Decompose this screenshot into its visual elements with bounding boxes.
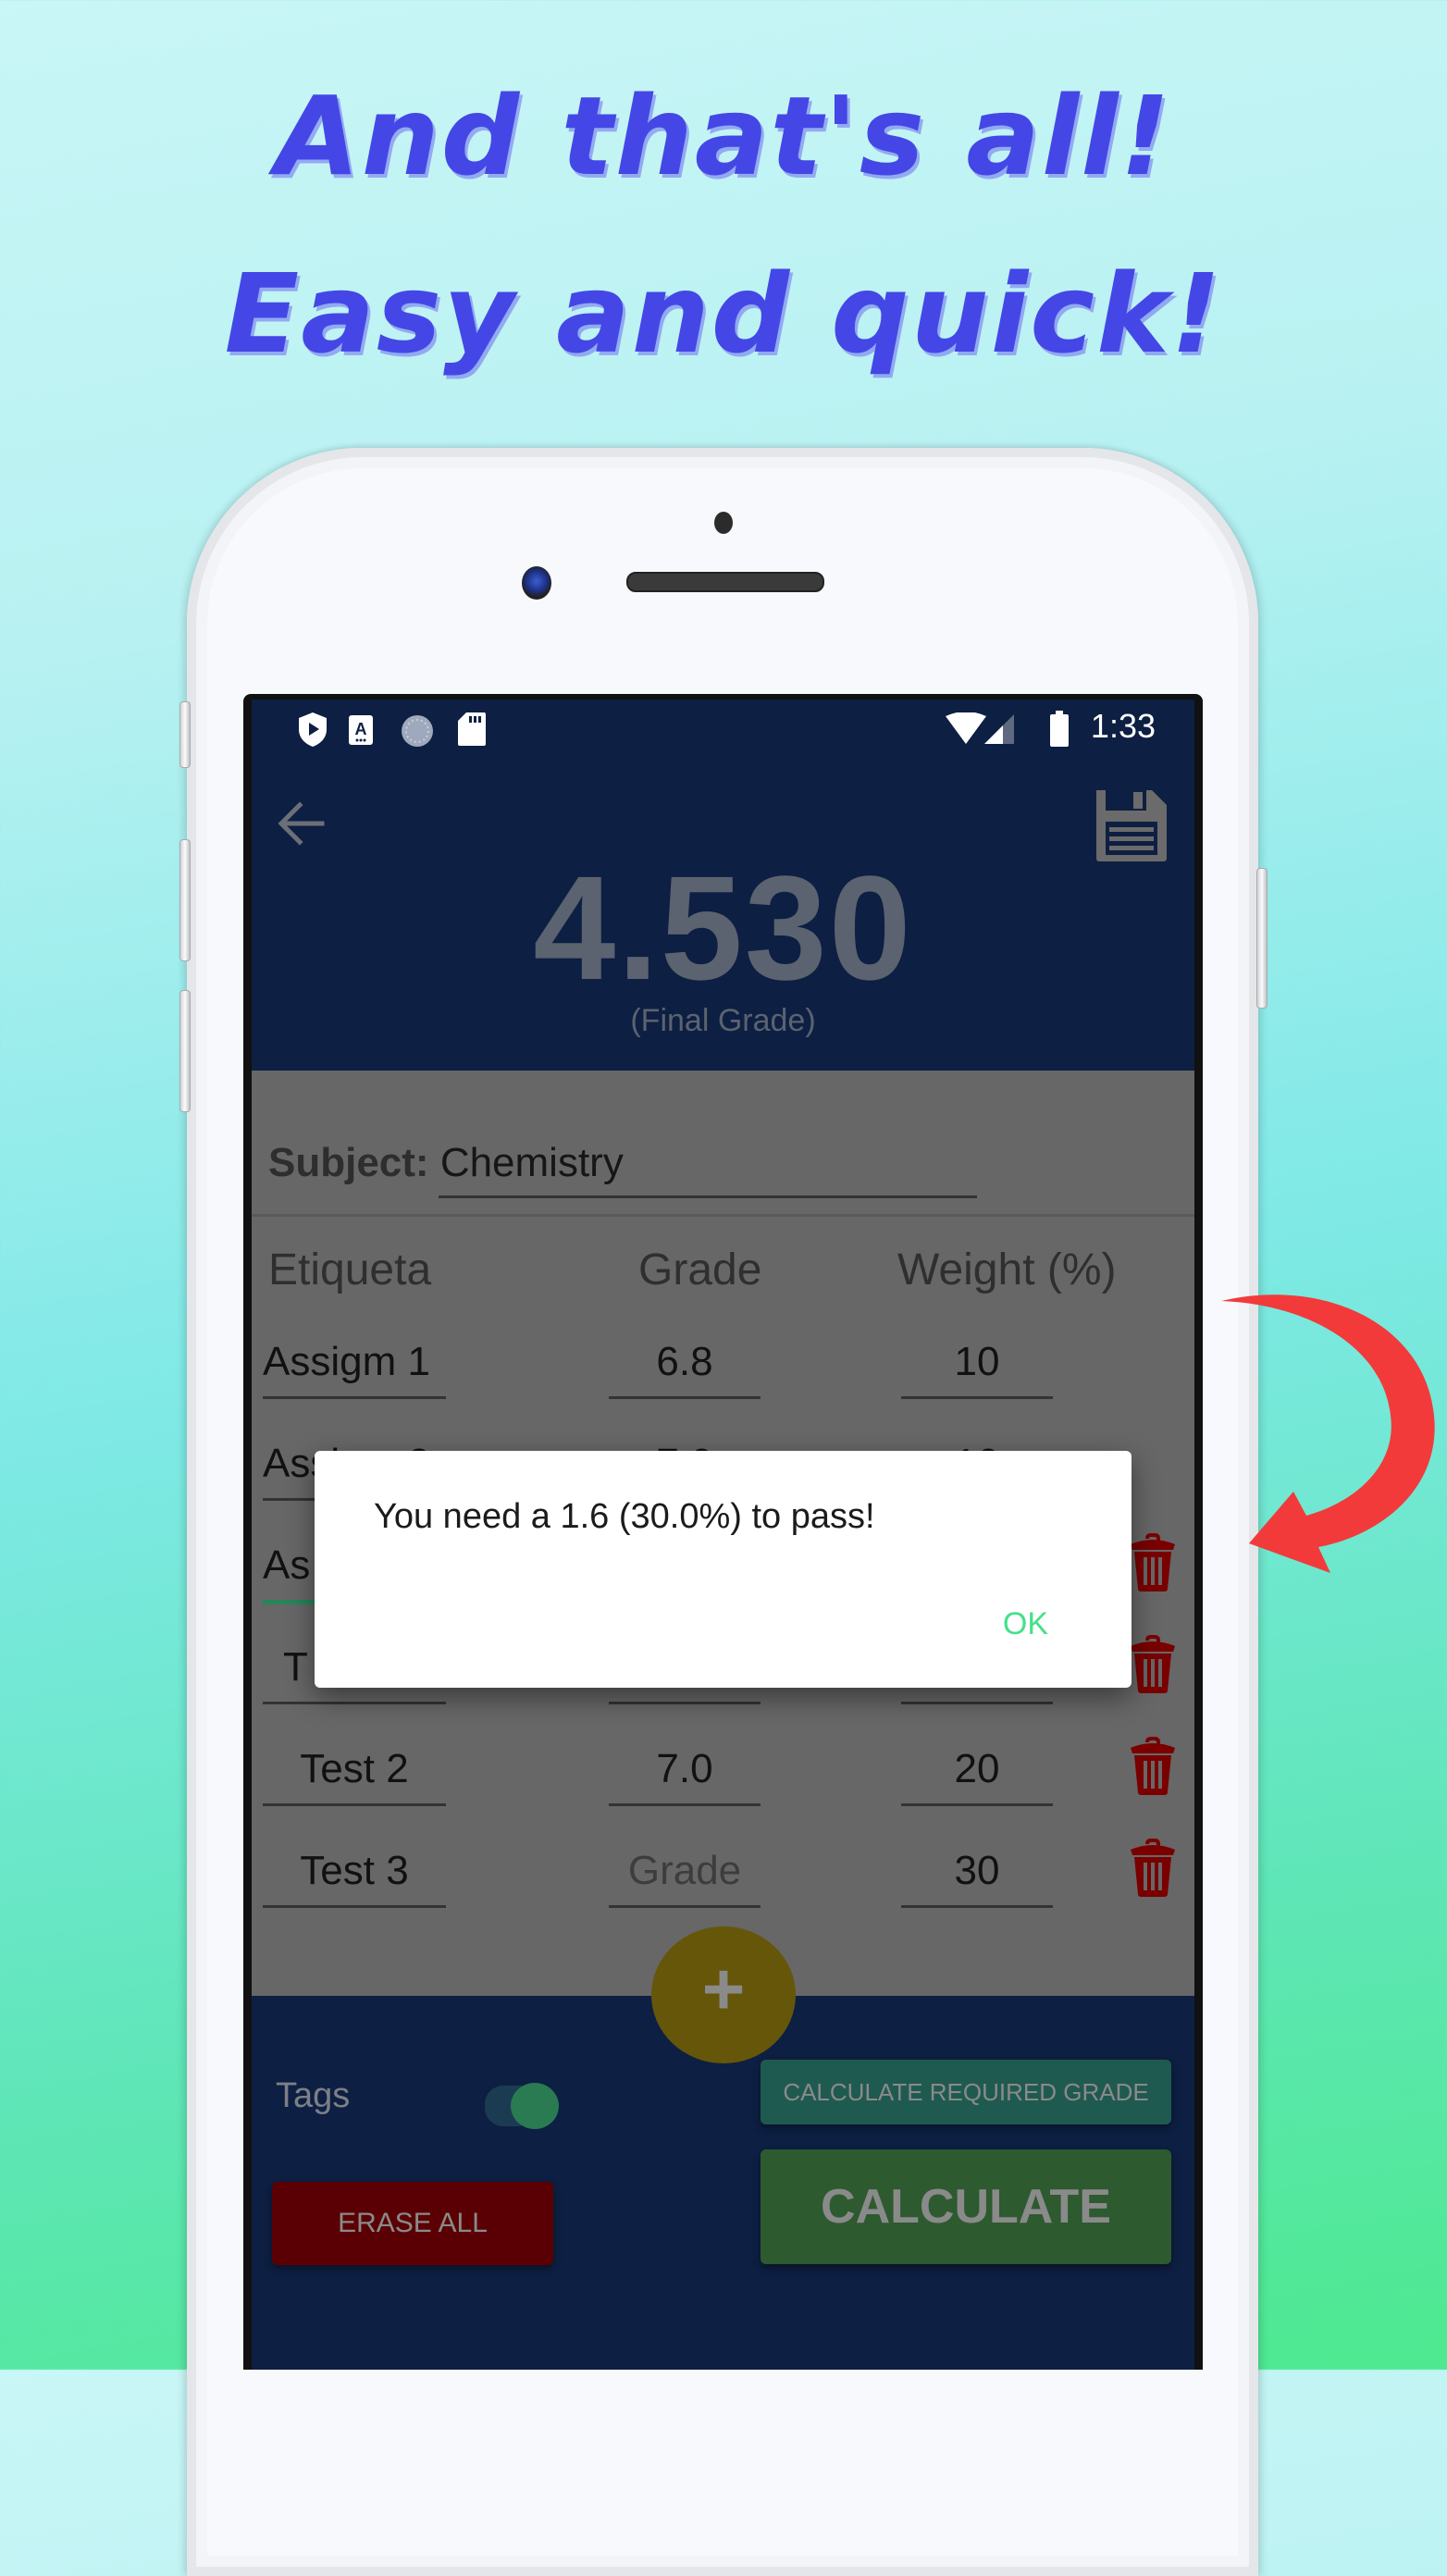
svg-text:A: A [355, 720, 367, 738]
grade-input[interactable]: 6.8 [609, 1339, 761, 1385]
trash-icon[interactable] [1127, 1839, 1179, 1898]
status-time: 1:33 [1090, 707, 1156, 745]
keyboard-a-icon: A [349, 715, 373, 745]
tag-underline [263, 1803, 446, 1806]
dialog-message: You need a 1.6 (30.0%) to pass! [374, 1497, 875, 1536]
subject-input[interactable]: Chemistry [440, 1140, 624, 1185]
column-header-tag: Etiqueta [268, 1245, 432, 1294]
trash-icon[interactable] [1127, 1737, 1179, 1796]
section-divider [252, 1214, 1194, 1217]
grade-input[interactable]: 7.0 [609, 1746, 761, 1792]
phone-power-button [1256, 868, 1268, 1009]
tag-input[interactable]: Test 2 [263, 1746, 446, 1792]
weight-input[interactable]: 30 [901, 1848, 1053, 1894]
phone-side-button [179, 701, 191, 768]
grade-underline [609, 1396, 761, 1399]
proximity-sensor [714, 512, 733, 534]
grade-row: Assigm 1 6.8 10 [252, 1339, 1194, 1441]
grade-input[interactable]: Grade [609, 1848, 761, 1894]
promo-headline-2: Easy and quick! [224, 250, 1223, 378]
weight-input[interactable]: 20 [901, 1746, 1053, 1792]
grade-underline [609, 1905, 761, 1908]
weight-underline [901, 1396, 1053, 1399]
calculate-button[interactable]: CALCULATE [761, 2149, 1171, 2264]
grade-underline [609, 1702, 761, 1704]
tag-underline [263, 1905, 446, 1908]
grade-row: Test 2 7.0 20 [252, 1737, 1194, 1848]
final-grade-caption: (Final Grade) [630, 1003, 816, 1038]
subject-label: Subject: [268, 1140, 429, 1185]
calculate-required-grade-button[interactable]: CALCULATE REQUIRED GRADE [761, 2060, 1171, 2124]
grade-underline [609, 1803, 761, 1806]
weight-underline [901, 1702, 1053, 1704]
tags-label: Tags [276, 2076, 351, 2115]
app-bar: 4.530 (Final Grade) [252, 755, 1194, 1071]
plus-icon: + [701, 1948, 746, 2030]
sync-circle-icon [402, 715, 433, 747]
cell-signal-icon [984, 714, 1014, 744]
dialog-ok-button[interactable]: OK [1003, 1606, 1048, 1642]
tag-underline [263, 1702, 446, 1704]
tag-input[interactable]: Assigm 1 [263, 1339, 446, 1385]
tag-underline [263, 1396, 446, 1399]
tag-input[interactable]: Test 3 [263, 1848, 446, 1894]
trash-icon[interactable] [1127, 1533, 1179, 1592]
final-grade-value: 4.530 [533, 845, 913, 1010]
sd-card-icon [458, 712, 486, 746]
app-screen: A 1:33 4.530 (Final Grade) Subject: Chem… [252, 700, 1194, 2370]
weight-underline [901, 1905, 1053, 1908]
phone-volume-down-button [179, 990, 191, 1112]
tags-toggle[interactable] [511, 2083, 559, 2129]
add-row-fab[interactable]: + [651, 1926, 796, 2063]
wifi-icon [946, 712, 986, 744]
subject-row: Subject: Chemistry [268, 1140, 624, 1186]
phone-volume-up-button [179, 839, 191, 961]
trash-icon[interactable] [1127, 1635, 1179, 1694]
earpiece-speaker [626, 572, 824, 592]
subject-input-underline [439, 1195, 977, 1198]
front-camera [522, 566, 551, 600]
promo-headline-1: And that's all! [275, 72, 1172, 200]
weight-input[interactable]: 10 [901, 1339, 1053, 1385]
battery-icon [1050, 711, 1069, 747]
status-bar: A 1:33 [252, 700, 1194, 755]
weight-underline [901, 1803, 1053, 1806]
column-header-weight: Weight (%) [897, 1245, 1117, 1294]
erase-all-button[interactable]: ERASE ALL [272, 2182, 553, 2265]
curved-arrow-icon [1221, 1294, 1435, 1573]
alert-dialog: You need a 1.6 (30.0%) to pass! OK [315, 1451, 1132, 1688]
column-header-grade: Grade [638, 1245, 762, 1294]
play-protect-icon [299, 712, 327, 747]
